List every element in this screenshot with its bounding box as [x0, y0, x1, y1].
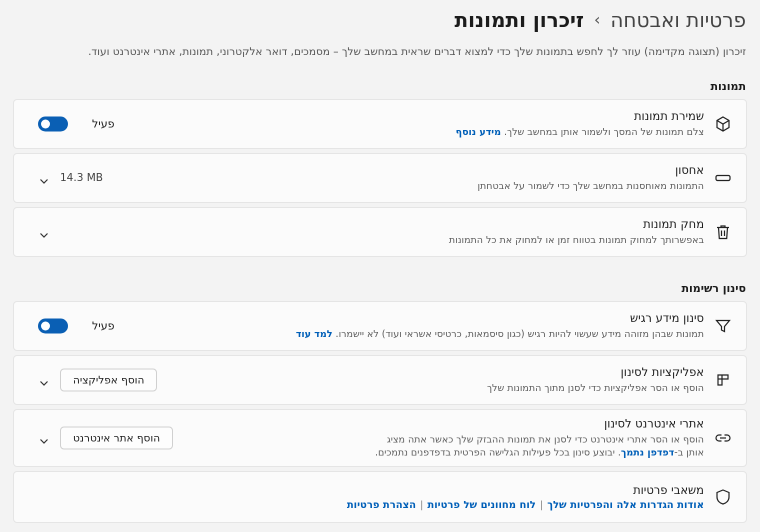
shield-icon: [714, 488, 732, 506]
delete-snapshots-card[interactable]: מחק תמונות באפשרותך למחוק תמונות בטווח ז…: [13, 207, 747, 257]
apps-filter-subtitle: הוסף או הסר אפליקציות כדי לסנן מתוך התמו…: [486, 383, 704, 394]
save-snapshots-card: שמירת תמונות צלם תמונות של המסך ולשמור א…: [13, 99, 747, 149]
storage-title: אחסון: [675, 163, 704, 177]
link-chain-icon: [714, 429, 732, 447]
learn-more-link[interactable]: מידע נוסף: [456, 127, 501, 138]
page-title: זיכרון ותמונות: [454, 8, 584, 32]
privacy-resources-title: משאבי פרטיות: [633, 483, 704, 497]
breadcrumb-parent-link[interactable]: פרטיות ואבטחה: [610, 6, 746, 34]
page-description: זיכרון (תצוגה מקדימה) עוזר לך לחפש בתמונ…: [88, 46, 746, 58]
apps-grid-icon: [714, 371, 732, 389]
privacy-about-link[interactable]: אודות הגדרות אלה והפרטיות שלך: [547, 500, 704, 511]
sensitive-filter-card: סינון מידע רגיש תמונות שבהן מזוהה מידע ש…: [13, 301, 747, 351]
delete-snapshots-title: מחק תמונות: [643, 217, 704, 231]
chevron-down-icon[interactable]: [38, 172, 50, 184]
sites-filter-card[interactable]: אתרי אינטרנט לסינון הוסף או הסר אתרי אינ…: [13, 409, 747, 467]
save-snapshots-toggle[interactable]: [38, 116, 68, 132]
snapshot-cube-icon: [714, 115, 732, 133]
add-website-button[interactable]: הוסף אתר אינטרנט: [60, 426, 174, 450]
storage-drive-icon: [714, 169, 732, 187]
sites-filter-title: אתרי אינטרנט לסינון: [604, 416, 704, 431]
save-snapshots-state-label: פעיל: [92, 117, 115, 131]
sites-filter-subtitle: הוסף או הסר אתרי אינטרנט כדי לסנן את תמו…: [374, 434, 704, 460]
storage-size-value: 14.3 MB: [60, 172, 103, 184]
apps-filter-title: אפליקציות לסינון: [620, 365, 704, 379]
apps-filter-card[interactable]: אפליקציות לסינון הוסף או הסר אפליקציות כ…: [13, 355, 747, 405]
breadcrumb: פרטיות ואבטחה › זיכרון ותמונות: [455, 6, 746, 34]
chevron-down-icon[interactable]: [38, 226, 50, 238]
toggle-knob: [41, 119, 50, 129]
save-snapshots-title: שמירת תמונות: [633, 109, 704, 123]
add-app-button[interactable]: הוסף אפליקציה: [60, 368, 158, 392]
sites-filter-sub-text-end: . יבוצע סינון בכל פעילות הגלישה הפרטית ב…: [374, 447, 621, 459]
section-title-snapshots: תמונות: [710, 80, 746, 93]
storage-card[interactable]: אחסון התמונות מאוחסנות במחשב שלך כדי לשמ…: [13, 153, 747, 203]
privacy-statement-link[interactable]: הצהרת פרטיות: [347, 500, 416, 511]
sensitive-filter-state-label: פעיל: [92, 319, 115, 333]
breadcrumb-separator: ›: [593, 10, 601, 29]
toggle-knob: [41, 321, 50, 331]
chevron-down-icon[interactable]: [38, 432, 50, 444]
filter-funnel-icon: [714, 317, 732, 335]
storage-subtitle: התמונות מאוחסנות במחשב שלך כדי לשמור על …: [477, 181, 704, 192]
learn-more-link[interactable]: למד עוד: [296, 329, 333, 340]
link-separator: |: [539, 500, 544, 511]
sensitive-filter-sub-text: תמונות שבהן מזוהה מידע שעשוי להיות רגיש …: [335, 329, 704, 340]
trash-icon: [714, 223, 732, 241]
privacy-links-row: אודות הגדרות אלה והפרטיות שלך | לוח מחוו…: [347, 500, 704, 511]
supported-browser-link[interactable]: דפדפן נתמך: [621, 448, 674, 459]
sensitive-filter-title: סינון מידע רגיש: [629, 311, 704, 325]
chevron-down-icon[interactable]: [38, 374, 50, 386]
sensitive-filter-subtitle: תמונות שבהן מזוהה מידע שעשוי להיות רגיש …: [296, 328, 704, 341]
section-title-filter-lists: סינון רשימות: [681, 282, 746, 295]
sensitive-filter-toggle[interactable]: [38, 318, 68, 334]
link-separator: |: [420, 500, 424, 511]
privacy-resources-card: משאבי פרטיות אודות הגדרות אלה והפרטיות ש…: [13, 471, 747, 523]
delete-snapshots-subtitle: באפשרותך למחוק תמונות בטווח זמן או למחוק…: [448, 235, 704, 246]
privacy-dashboard-link[interactable]: לוח מחוונים של פרטיות: [427, 500, 535, 511]
save-snapshots-subtitle: צלם תמונות של המסך ולשמור אותן במחשב שלך…: [456, 126, 704, 139]
save-snapshots-sub-text: צלם תמונות של המסך ולשמור אותן במחשב שלך…: [504, 127, 704, 138]
